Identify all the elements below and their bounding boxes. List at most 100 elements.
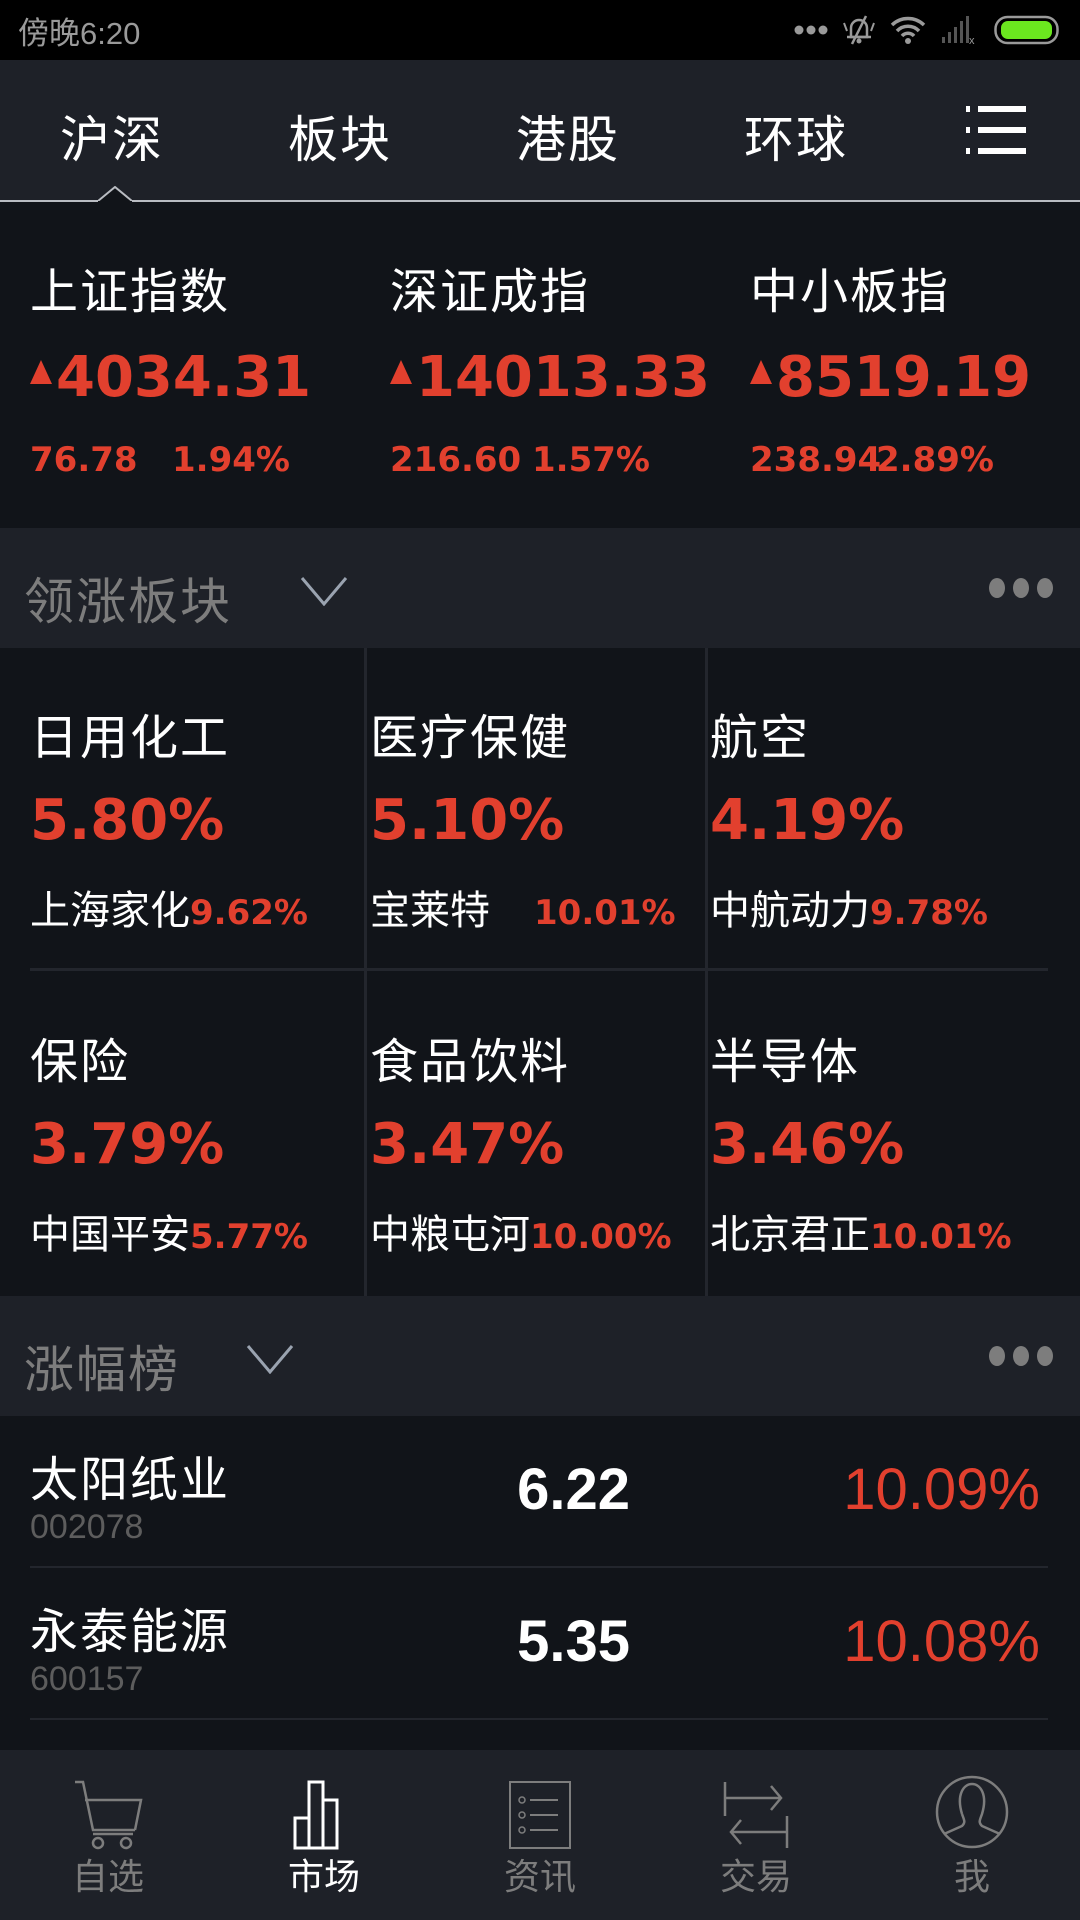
more-dots-icon (794, 25, 828, 35)
up-triangle-icon (750, 360, 772, 384)
nav-watchlist[interactable]: 自选 (0, 1750, 216, 1920)
sector-name: 保险 (30, 1034, 131, 1090)
leader-name: 中国平安 (30, 1212, 190, 1258)
stock-change-pct: 10.09% (843, 1457, 1040, 1522)
battery-icon (994, 15, 1059, 45)
top-gainers-header[interactable]: 涨幅榜 (0, 1296, 1080, 1416)
sector-pct: 5.80% (30, 788, 225, 853)
bar-chart-icon (293, 1780, 339, 1850)
index-value-text: 8519.19 (776, 345, 1032, 410)
leader-pct: 10.01% (534, 893, 676, 933)
leader-pct: 9.62% (190, 893, 308, 933)
leader-name: 上海家化 (30, 888, 190, 934)
nav-label: 自选 (71, 1857, 144, 1898)
stock-price: 5.35 (517, 1609, 630, 1674)
index-value-text: 4034.31 (56, 345, 312, 410)
chevron-down-icon[interactable] (300, 576, 348, 606)
status-bar: 傍晚6:20 x (0, 0, 1080, 60)
stock-price: 6.22 (517, 1457, 630, 1522)
sector-pct: 4.19% (710, 788, 905, 853)
wifi-icon (890, 16, 926, 44)
section-title: 涨幅榜 (24, 1341, 180, 1399)
up-triangle-icon (390, 360, 412, 384)
more-dots-icon[interactable] (988, 576, 1054, 600)
leader-name: 中粮屯河 (370, 1212, 530, 1258)
signal-icon: x (942, 16, 975, 45)
transfer-arrows-icon (723, 1782, 789, 1848)
sector-leader: 北京君正10.01% (710, 1202, 1012, 1260)
nav-label: 我 (953, 1857, 990, 1898)
nav-label: 市场 (287, 1857, 360, 1898)
tab-global[interactable]: 环球 (744, 100, 848, 172)
market-tabs: 沪深 板块 港股 环球 (0, 60, 1080, 202)
top-gainers-list: 太阳纸业 002078 6.22 10.09% 永泰能源 600157 5.35… (0, 1416, 1080, 1750)
up-triangle-icon (30, 360, 52, 384)
user-profile-icon (935, 1775, 1009, 1849)
sector-name: 日用化工 (30, 710, 231, 766)
stock-code: 002078 (30, 1508, 144, 1546)
sector-name: 食品饮料 (370, 1034, 571, 1090)
tab-hk-stocks[interactable]: 港股 (516, 100, 620, 172)
index-value-text: 14013.33 (416, 345, 711, 410)
index-summary: 上证指数 4034.31 76.78 1.94% 深证成指 14013.33 2… (0, 202, 1080, 528)
stock-name: 永泰能源 (30, 1604, 231, 1660)
stock-name: 太阳纸业 (30, 1452, 231, 1508)
index-change: 238.94 (750, 440, 882, 480)
sector-leader: 中航动力9.78% (710, 878, 988, 936)
active-tab-pointer (98, 186, 132, 202)
section-title: 领涨板块 (24, 573, 232, 631)
index-name: 深证成指 (390, 264, 591, 320)
leader-pct: 5.77% (190, 1217, 308, 1257)
sector-name: 医疗保健 (370, 710, 571, 766)
sector-name: 航空 (710, 710, 811, 766)
leading-sectors-header[interactable]: 领涨板块 (0, 528, 1080, 648)
index-change: 216.60 (390, 440, 522, 480)
tab-hushen[interactable]: 沪深 (60, 100, 164, 172)
leader-pct: 10.00% (530, 1217, 672, 1257)
sector-name: 半导体 (710, 1034, 861, 1090)
index-value: 4034.31 (30, 345, 311, 410)
sector-pct: 5.10% (370, 788, 565, 853)
stock-change-pct: 10.08% (843, 1609, 1040, 1674)
index-name: 上证指数 (30, 264, 231, 320)
nav-profile[interactable]: 我 (864, 1750, 1080, 1920)
sector-leader: 上海家化9.62% (30, 878, 308, 936)
table-row[interactable]: 永泰能源 600157 5.35 10.08% (0, 1568, 1080, 1720)
index-change-pct: 1.57% (532, 440, 650, 480)
leader-pct: 9.78% (870, 893, 988, 933)
sector-card[interactable]: 医疗保健 5.10% 宝莱特 10.01% (370, 648, 710, 972)
leader-name: 北京君正 (710, 1212, 870, 1258)
more-dots-icon[interactable] (988, 1344, 1054, 1368)
sector-pct: 3.79% (30, 1112, 225, 1177)
sector-leader: 中粮屯河10.00% (370, 1202, 672, 1260)
index-change-pct: 2.89% (876, 440, 994, 480)
sector-pct: 3.47% (370, 1112, 565, 1177)
row-divider (30, 1718, 1048, 1720)
sector-card[interactable]: 半导体 3.46% 北京君正10.01% (710, 972, 1050, 1296)
chevron-down-icon[interactable] (246, 1344, 294, 1374)
nav-trade[interactable]: 交易 (648, 1750, 864, 1920)
nav-label: 资讯 (503, 1857, 576, 1898)
sector-card[interactable]: 航空 4.19% 中航动力9.78% (710, 648, 1050, 972)
index-value: 14013.33 (390, 345, 710, 410)
leader-name: 中航动力 (710, 888, 870, 934)
index-change: 76.78 (30, 440, 138, 480)
sector-leader: 中国平安5.77% (30, 1202, 308, 1260)
sector-grid: 日用化工 5.80% 上海家化9.62% 医疗保健 5.10% 宝莱特 10.01… (0, 648, 1080, 1296)
bell-muted-icon (843, 15, 875, 45)
leader-pct: 10.01% (870, 1217, 1012, 1257)
tab-sectors[interactable]: 板块 (288, 100, 392, 172)
status-icons: x (794, 13, 1062, 47)
index-value: 8519.19 (750, 345, 1031, 410)
nav-market[interactable]: 市场 (216, 1750, 432, 1920)
sector-pct: 3.46% (710, 1112, 905, 1177)
sector-card[interactable]: 食品饮料 3.47% 中粮屯河10.00% (370, 972, 710, 1296)
cart-icon (75, 1780, 143, 1850)
nav-news[interactable]: 资讯 (432, 1750, 648, 1920)
list-menu-icon[interactable] (966, 104, 1028, 156)
stock-code: 600157 (30, 1660, 144, 1698)
index-name: 中小板指 (750, 264, 951, 320)
sector-card[interactable]: 日用化工 5.80% 上海家化9.62% (30, 648, 370, 972)
table-row[interactable]: 太阳纸业 002078 6.22 10.09% (0, 1416, 1080, 1568)
sector-card[interactable]: 保险 3.79% 中国平安5.77% (30, 972, 370, 1296)
